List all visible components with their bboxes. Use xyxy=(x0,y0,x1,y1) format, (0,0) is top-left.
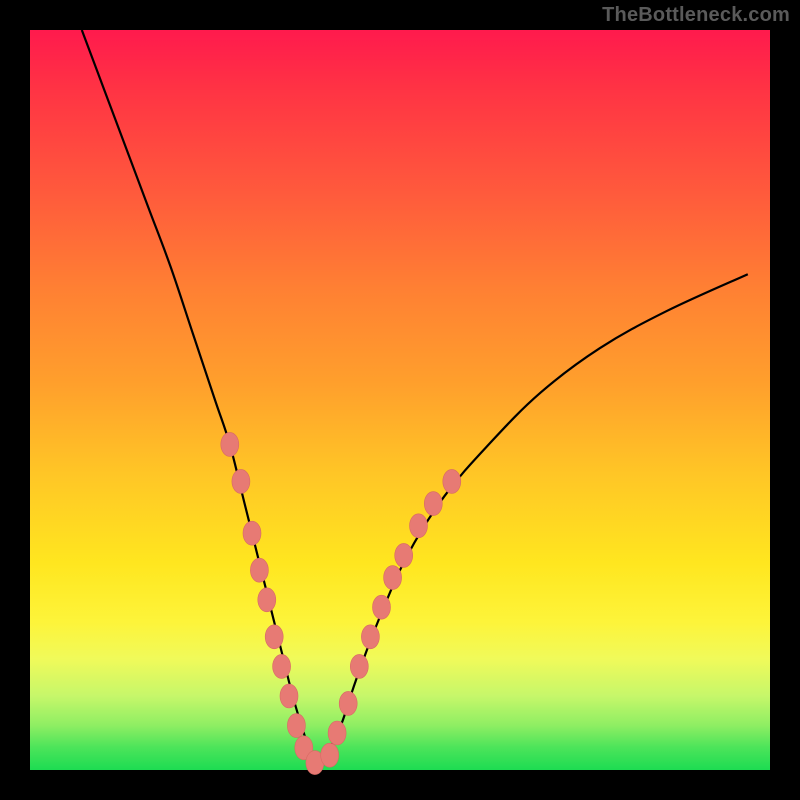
markers-left xyxy=(221,432,324,774)
curve-marker xyxy=(328,721,346,745)
chart-plot-area xyxy=(30,30,770,770)
curve-marker xyxy=(287,714,305,738)
markers-right xyxy=(321,469,461,767)
curve-marker xyxy=(350,654,368,678)
curve-marker xyxy=(243,521,261,545)
curve-marker xyxy=(384,566,402,590)
curve-marker xyxy=(339,691,357,715)
bottleneck-curve-path xyxy=(82,30,748,763)
curve-marker xyxy=(258,588,276,612)
curve-marker xyxy=(321,743,339,767)
curve-marker xyxy=(410,514,428,538)
curve-marker xyxy=(221,432,239,456)
watermark-text: TheBottleneck.com xyxy=(602,4,790,27)
curve-marker xyxy=(361,625,379,649)
chart-svg xyxy=(30,30,770,770)
curve-marker xyxy=(395,543,413,567)
curve-marker xyxy=(373,595,391,619)
curve-marker xyxy=(232,469,250,493)
curve-marker xyxy=(273,654,291,678)
curve-marker xyxy=(265,625,283,649)
curve-marker xyxy=(424,492,442,516)
chart-frame: TheBottleneck.com xyxy=(0,0,800,800)
curve-marker xyxy=(280,684,298,708)
curve-marker xyxy=(250,558,268,582)
curve-marker xyxy=(443,469,461,493)
